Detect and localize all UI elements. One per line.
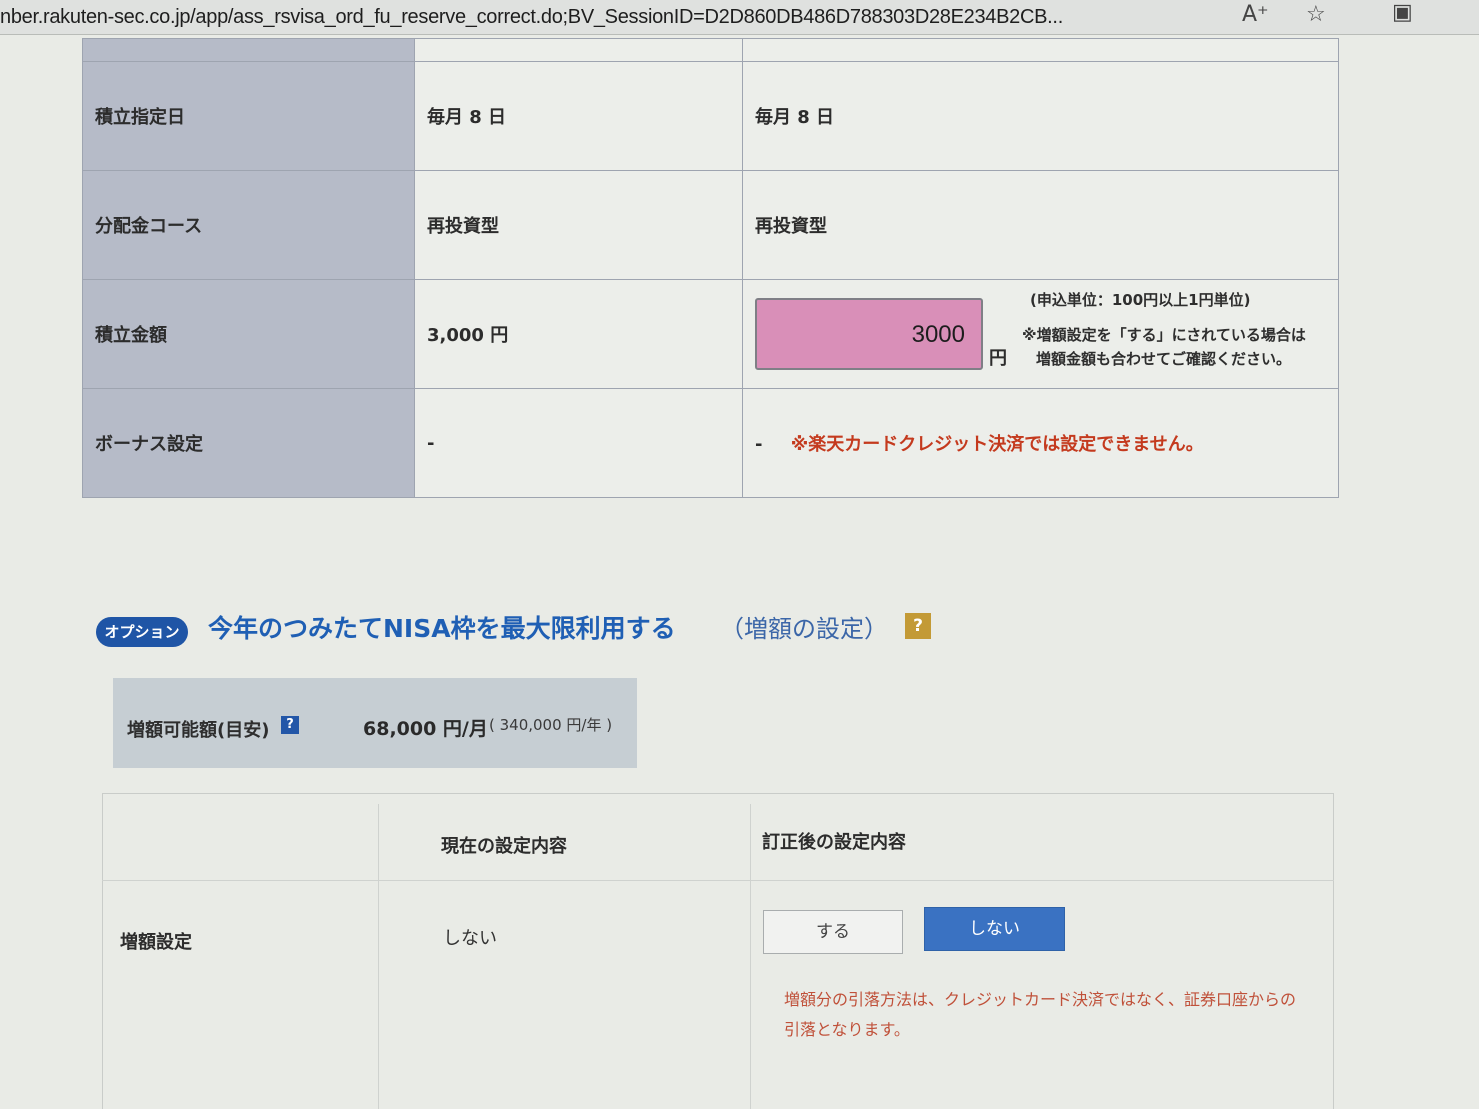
increase-yearly-amount: ( 340,000 円/年 ) [489,716,613,734]
divider [378,804,379,1109]
increase-confirm-note-1: ※増額設定を「する」にされている場合は [1022,326,1306,344]
amount-unit: 円 [989,348,1007,369]
divider [102,880,1334,881]
current-reserve-amount: 3,000 円 [414,279,743,389]
url-field[interactable]: nber.rakuten-sec.co.jp/app/ass_rsvisa_or… [0,4,1220,30]
row-label-bonus-setting: ボーナス設定 [82,388,415,498]
increase-available-label: 増額可能額(目安) [127,720,270,741]
current-bonus-setting: - [414,388,743,498]
increase-confirm-note-2: 増額金額も合わせてご確認ください。 [1036,350,1292,368]
header-corrected-setting: 訂正後の設定内容 [762,832,906,853]
table-row: 分配金コース 再投資型 再投資型 [82,170,1339,280]
increase-available-box: 増額可能額(目安) ? 68,000 円/月 ( 340,000 円/年 ) [113,678,637,768]
row-label-increase-setting: 増額設定 [120,932,192,953]
increase-yes-button[interactable]: する [763,910,903,954]
reserve-amount-input[interactable]: 3000 [755,298,983,370]
split-screen-icon[interactable]: ▣ [1392,0,1413,25]
corrected-reserve-date: 毎月 8 日 [742,61,1339,171]
option-subtitle: （増額の設定） [720,615,888,643]
amount-unit-note: (申込単位：100円以上1円単位) [1030,291,1251,309]
current-reserve-date: 毎月 8 日 [414,61,743,171]
bonus-unavailable-note: ※楽天カードクレジット決済では設定できません。 [790,434,1204,455]
table-row: ボーナス設定 - - ※楽天カードクレジット決済では設定できません。 [82,388,1339,498]
row-label-reserve-amount: 積立金額 [82,279,415,389]
favorite-star-icon[interactable]: ☆ [1306,2,1326,27]
corrected-distribution-course: 再投資型 [742,170,1339,280]
increase-help-icon[interactable]: ? [281,716,299,734]
browser-address-bar: nber.rakuten-sec.co.jp/app/ass_rsvisa_or… [0,0,1479,35]
row-label-distribution-course: 分配金コース [82,170,415,280]
increase-no-button[interactable]: しない [924,907,1065,951]
increase-payment-note: 増額分の引落方法は、クレジットカード決済ではなく、証券口座からの引落となります。 [784,990,1297,1039]
option-badge: オプション [96,617,188,647]
table-row: 積立指定日 毎月 8 日 毎月 8 日 [82,61,1339,171]
option-title: 今年のつみたてNISA枠を最大限利用する [208,614,676,643]
increase-setting-table [102,793,1334,1109]
divider [750,804,751,1109]
header-current-setting: 現在の設定内容 [441,836,567,857]
increase-monthly-amount: 68,000 円/月 [363,718,488,740]
option-help-icon[interactable]: ? [905,613,931,639]
corrected-bonus-setting: - [755,434,763,455]
current-increase-setting: しない [443,928,497,949]
reserve-settings-table: 積立指定日 毎月 8 日 毎月 8 日 分配金コース 再投資型 再投資型 積立金… [82,38,1339,498]
row-label-reserve-date: 積立指定日 [82,61,415,171]
current-distribution-course: 再投資型 [414,170,743,280]
read-aloud-icon[interactable]: A⁺ [1242,2,1269,27]
